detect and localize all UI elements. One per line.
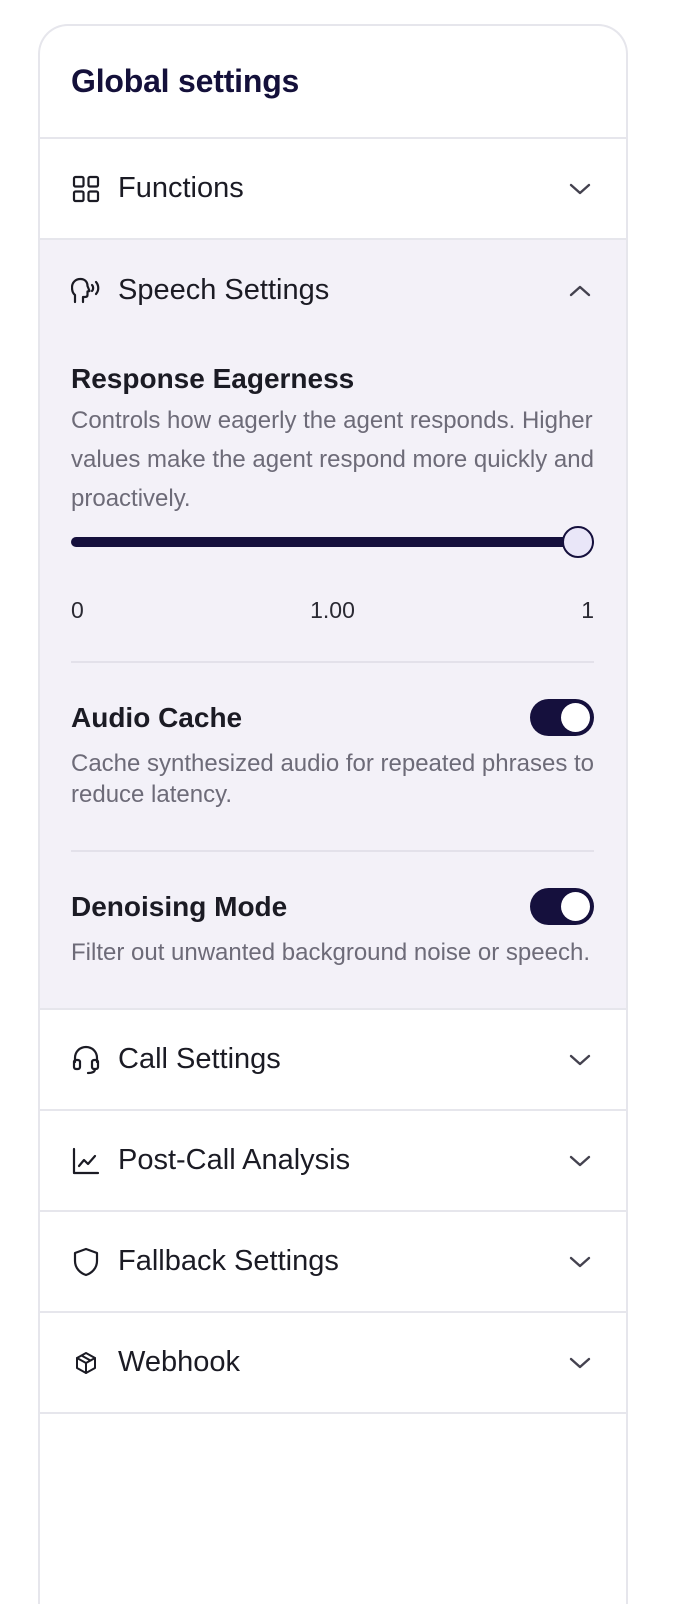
panel-header: Global settings bbox=[40, 26, 626, 139]
section-webhook[interactable]: Webhook bbox=[40, 1313, 626, 1414]
denoising-mode-title: Denoising Mode bbox=[71, 890, 288, 922]
audio-cache-description: Cache synthesized audio for repeated phr… bbox=[71, 750, 594, 808]
section-speech-expanded: Speech Settings Response Eagerness Contr… bbox=[40, 240, 626, 1010]
panel-title: Global settings bbox=[71, 63, 300, 99]
denoising-mode-setting: Denoising Mode Filter out unwanted backg… bbox=[71, 852, 594, 968]
line-chart-icon bbox=[71, 1146, 101, 1176]
slider-thumb[interactable] bbox=[562, 526, 594, 558]
cube-icon bbox=[71, 1348, 101, 1378]
audio-cache-title: Audio Cache bbox=[71, 701, 243, 733]
section-post-call-analysis-label: Post-Call Analysis bbox=[118, 1144, 351, 1176]
chevron-down-icon bbox=[566, 1046, 594, 1074]
denoising-mode-description: Filter out unwanted background noise or … bbox=[71, 939, 590, 966]
section-fallback-settings[interactable]: Fallback Settings bbox=[40, 1212, 626, 1313]
section-webhook-label: Webhook bbox=[118, 1346, 240, 1378]
chevron-down-icon bbox=[566, 1147, 594, 1175]
toggle-knob bbox=[561, 892, 590, 921]
denoising-mode-toggle[interactable] bbox=[530, 888, 594, 925]
toggle-knob bbox=[561, 703, 590, 732]
section-call-settings-label: Call Settings bbox=[118, 1043, 281, 1075]
slider-fill bbox=[71, 537, 594, 547]
global-settings-panel: Global settings Functions Speech Setting… bbox=[38, 24, 628, 1604]
section-call-settings[interactable]: Call Settings bbox=[40, 1010, 626, 1111]
chevron-down-icon bbox=[566, 1349, 594, 1377]
response-eagerness-setting: Response Eagerness Controls how eagerly … bbox=[71, 341, 594, 661]
shield-icon bbox=[71, 1247, 101, 1277]
audio-cache-toggle[interactable] bbox=[530, 699, 594, 736]
section-functions[interactable]: Functions bbox=[40, 139, 626, 240]
chevron-up-icon bbox=[566, 277, 594, 305]
slider-scale: 0 1.00 1 bbox=[71, 597, 594, 624]
response-eagerness-slider[interactable] bbox=[71, 526, 594, 558]
headset-icon bbox=[71, 1045, 101, 1075]
section-speech[interactable]: Speech Settings bbox=[40, 240, 626, 341]
slider-max-label: 1 bbox=[581, 597, 594, 623]
section-functions-label: Functions bbox=[118, 172, 244, 204]
section-post-call-analysis[interactable]: Post-Call Analysis bbox=[40, 1111, 626, 1212]
slider-min-label: 0 bbox=[71, 597, 84, 623]
chevron-down-icon bbox=[566, 1248, 594, 1276]
speaking-head-icon bbox=[71, 276, 101, 306]
response-eagerness-description: Controls how eagerly the agent responds.… bbox=[71, 407, 594, 512]
speech-settings-body: Response Eagerness Controls how eagerly … bbox=[40, 341, 626, 1008]
section-fallback-settings-label: Fallback Settings bbox=[118, 1245, 339, 1277]
audio-cache-setting: Audio Cache Cache synthesized audio for … bbox=[71, 663, 594, 850]
response-eagerness-title: Response Eagerness bbox=[71, 363, 355, 394]
chevron-down-icon bbox=[566, 175, 594, 203]
section-speech-label: Speech Settings bbox=[118, 274, 330, 306]
slider-value-label: 1.00 bbox=[310, 597, 355, 623]
grid-icon bbox=[71, 174, 101, 204]
